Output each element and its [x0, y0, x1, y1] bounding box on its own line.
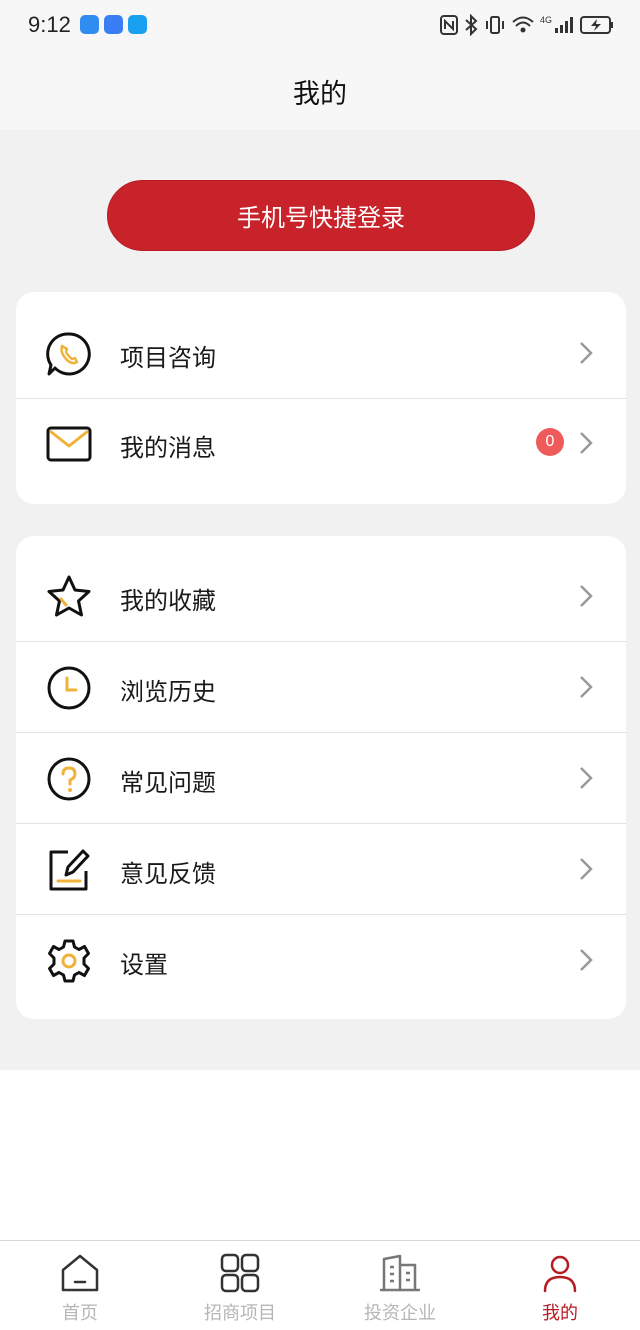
tab-label-enterprises: 投资企业 — [364, 1303, 436, 1324]
phone-login-button[interactable]: 手机号快捷登录 — [107, 180, 535, 251]
menu-card-service: 项目咨询 我的消息 0 — [16, 292, 626, 504]
page-header: 我的 — [0, 52, 640, 130]
weather-app-icon — [80, 15, 99, 34]
tab-enterprises[interactable]: 投资企业 — [320, 1241, 480, 1330]
menu-label-favorites: 我的收藏 — [120, 587, 216, 615]
menu-card-general: 我的收藏 浏览历史 常见问题 意见反馈 设置 — [16, 536, 626, 1019]
network-type: 4G — [539, 15, 552, 25]
chevron-right-icon — [580, 767, 593, 789]
page-title: 我的 — [293, 79, 347, 110]
chevron-right-icon — [580, 432, 593, 454]
phone-chat-icon — [46, 332, 91, 376]
cloud-app-icon — [104, 15, 123, 34]
status-app-icons — [80, 15, 147, 34]
menu-label-faq: 常见问题 — [120, 769, 216, 797]
battery-icon — [580, 16, 613, 34]
clock-icon — [47, 666, 91, 710]
tab-label-projects: 招商项目 — [204, 1303, 276, 1324]
menu-label-history: 浏览历史 — [120, 678, 216, 706]
user-icon — [543, 1255, 577, 1293]
menu-item-history[interactable]: 浏览历史 — [16, 642, 626, 733]
tab-label-home: 首页 — [62, 1303, 98, 1324]
tab-projects[interactable]: 招商项目 — [160, 1241, 320, 1330]
edit-icon — [49, 849, 90, 891]
status-indicators: 4G — [439, 14, 614, 36]
menu-item-settings[interactable]: 设置 — [16, 915, 626, 1006]
chevron-right-icon — [580, 342, 593, 364]
nfc-icon — [439, 15, 458, 35]
tab-home[interactable]: 首页 — [0, 1241, 160, 1330]
signal-icon — [555, 17, 573, 33]
chevron-right-icon — [580, 585, 593, 607]
question-icon — [47, 757, 91, 801]
menu-item-messages[interactable]: 我的消息 0 — [16, 398, 626, 489]
tab-label-mine: 我的 — [542, 1303, 578, 1324]
chevron-right-icon — [580, 949, 593, 971]
mail-icon — [46, 426, 92, 462]
home-icon — [61, 1254, 99, 1292]
chevron-right-icon — [580, 676, 593, 698]
wifi-icon — [512, 16, 534, 33]
tab-mine[interactable]: 我的 — [480, 1241, 640, 1330]
menu-item-favorites[interactable]: 我的收藏 — [16, 551, 626, 642]
message-count-badge: 0 — [536, 428, 564, 456]
star-icon — [47, 575, 91, 617]
bluetooth-icon — [465, 14, 478, 36]
menu-item-faq[interactable]: 常见问题 — [16, 733, 626, 824]
building-icon — [380, 1254, 420, 1292]
gear-icon — [48, 939, 90, 983]
menu-label-messages: 我的消息 — [120, 434, 216, 462]
menu-item-feedback[interactable]: 意见反馈 — [16, 824, 626, 915]
grid-icon — [220, 1253, 260, 1293]
chevron-right-icon — [580, 858, 593, 880]
bottom-tab-bar: 首页 招商项目 投资企业 我的 — [0, 1240, 640, 1330]
vibrate-icon — [485, 16, 504, 34]
status-time: 9:12 — [28, 12, 71, 37]
menu-label-consult: 项目咨询 — [120, 344, 216, 372]
menu-item-consult[interactable]: 项目咨询 — [16, 308, 626, 399]
menu-label-feedback: 意见反馈 — [120, 860, 216, 888]
menu-label-settings: 设置 — [120, 951, 168, 979]
search-app-icon — [128, 15, 147, 34]
status-bar: 9:12 4G — [0, 0, 640, 52]
